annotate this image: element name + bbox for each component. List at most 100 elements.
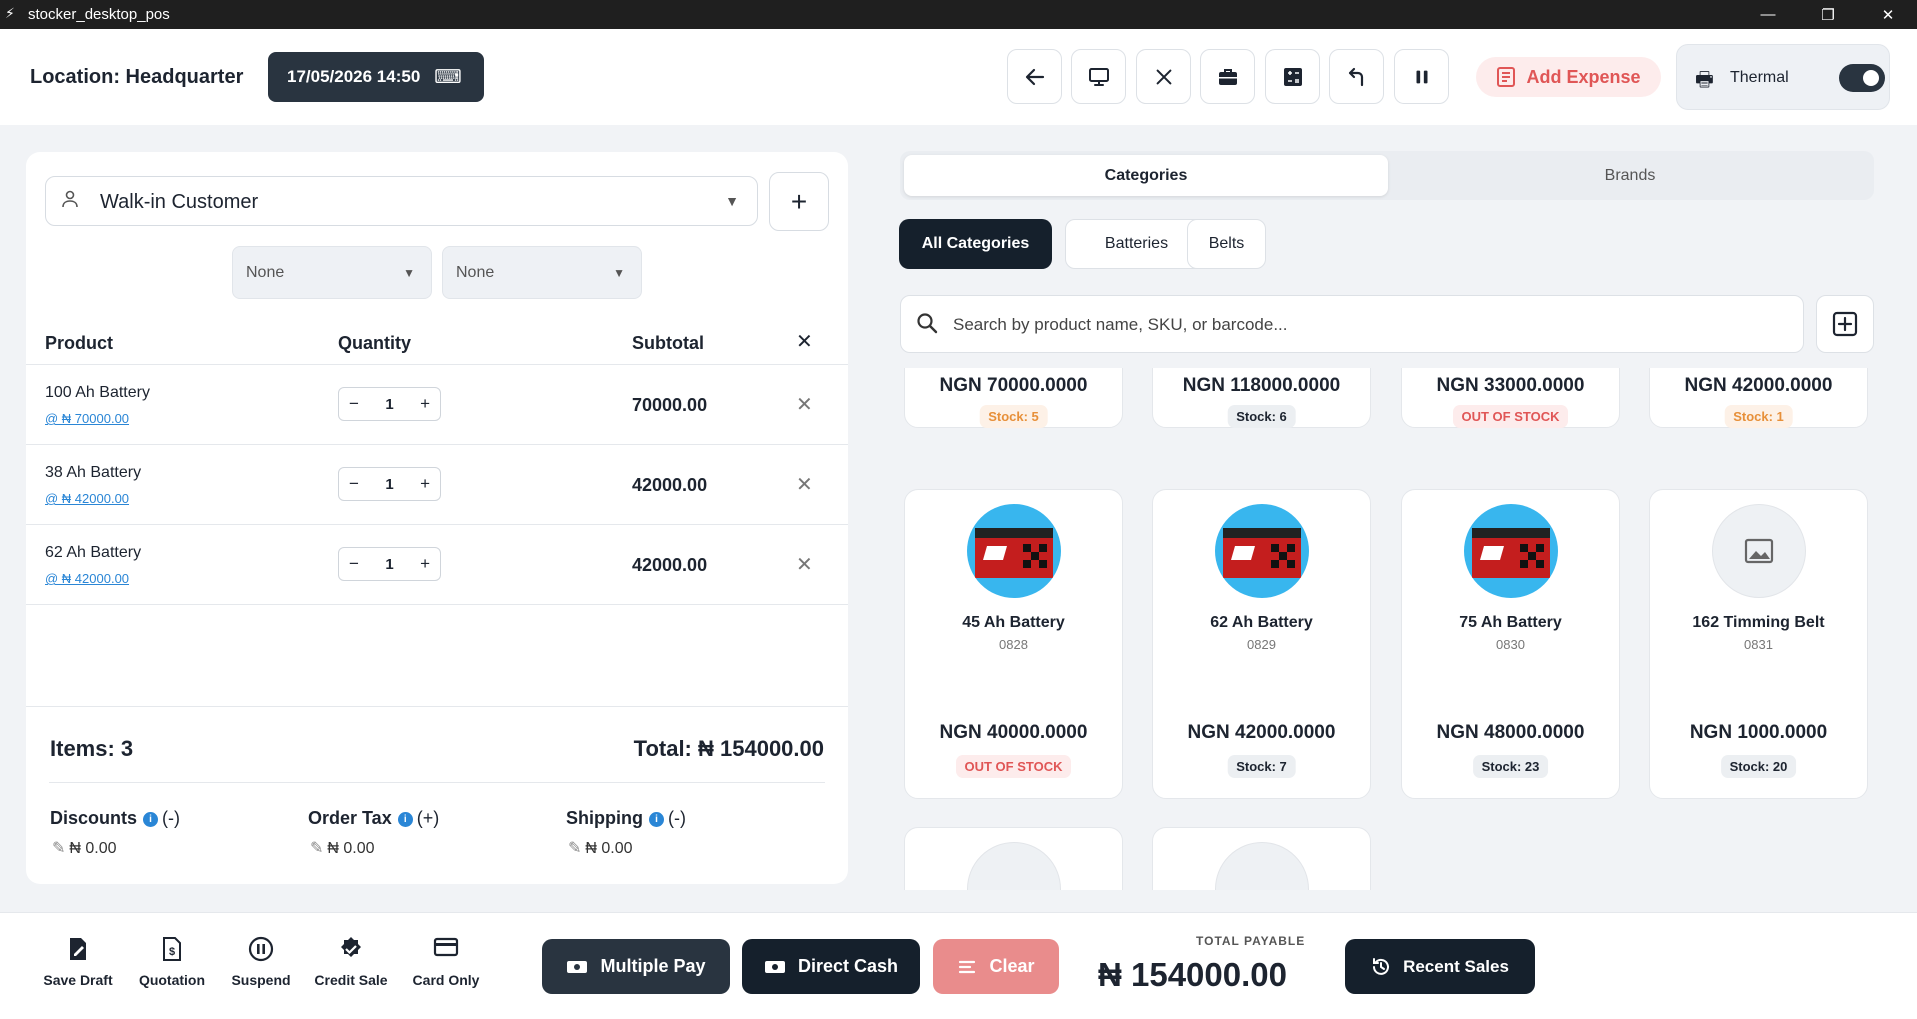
quantity-value[interactable]: 1 [385,476,393,493]
maximize-button[interactable]: ❐ [1798,0,1858,29]
cart-item-name: 100 Ah Battery [45,384,150,401]
shipping-value[interactable]: ✎ ₦ 0.00 [568,838,633,858]
image-placeholder-icon [1712,504,1806,598]
window-close-button[interactable]: ✕ [1858,0,1917,29]
product-name: 45 Ah Battery [962,614,1065,631]
save-draft-button[interactable]: Save Draft [33,936,123,988]
quantity-value[interactable]: 1 [385,396,393,413]
plus-icon[interactable]: + [420,554,430,574]
quotation-button[interactable]: $ Quotation [127,936,217,988]
stock-badge: Stock: 23 [1472,755,1549,778]
discounts-sign: (-) [162,808,180,828]
product-card[interactable]: 75 Ah Battery 0830 NGN 48000.0000 Stock:… [1401,489,1620,799]
product-card[interactable]: 45 Ah Battery 0828 NGN 40000.0000 OUT OF… [904,489,1123,799]
remove-item-icon[interactable]: ✕ [796,392,813,417]
cart-item-unit-price[interactable]: @ ₦ 42000.00 [45,571,129,586]
add-expense-button[interactable]: Add Expense [1476,57,1661,97]
cart-item-unit-price[interactable]: @ ₦ 70000.00 [45,411,129,426]
tab-categories[interactable]: Categories [904,155,1388,196]
product-card[interactable] [1152,827,1371,890]
suspend-button[interactable]: Suspend [216,936,306,988]
plus-square-icon [1832,311,1858,337]
product-card[interactable]: NGN 33000.0000 OUT OF STOCK [1401,368,1620,428]
product-price: NGN 118000.0000 [1182,375,1341,396]
catalog-tabs: Categories Brands [900,151,1874,200]
product-card[interactable]: NGN 118000.0000 Stock: 6 [1152,368,1371,428]
monitor-icon [1088,67,1109,86]
price-group-select[interactable]: None ▼ [442,246,642,299]
price-group-select-value: None [456,264,495,281]
cash-icon [764,960,785,973]
plus-icon[interactable]: + [420,474,430,494]
minus-icon[interactable]: − [349,554,359,574]
product-card[interactable] [904,827,1123,890]
product-card[interactable]: NGN 42000.0000 Stock: 1 [1649,368,1868,428]
stock-badge: Stock: 20 [1720,755,1797,778]
plus-icon[interactable]: + [420,394,430,414]
search-input[interactable] [953,308,1773,342]
hold-button[interactable] [1394,49,1449,104]
card-only-button[interactable]: Card Only [401,936,491,988]
minus-icon[interactable]: − [349,474,359,494]
info-icon[interactable]: i [397,811,413,827]
sale-return-button[interactable] [1329,49,1384,104]
customer-select[interactable]: Walk-in Customer ▼ [45,176,758,226]
calculator-button[interactable] [1265,49,1320,104]
cart-item-unit-price[interactable]: @ ₦ 42000.00 [45,491,129,506]
clear-cart-icon[interactable]: ✕ [796,329,813,354]
discounts-title: Discounts [50,808,138,828]
discounts-label: Discounts i (-) [50,808,180,829]
add-customer-button[interactable]: + [769,172,829,231]
order-tax-value[interactable]: ✎ ₦ 0.00 [310,838,375,858]
shipping-label: Shipping i (-) [566,808,686,829]
clear-button[interactable]: Clear [933,939,1059,994]
cart-panel [26,152,848,884]
minimize-button[interactable]: — [1738,0,1798,29]
app-logo-icon: ⚡ [5,5,15,21]
minus-icon[interactable]: − [349,394,359,414]
product-name: 162 Timming Belt [1692,614,1825,631]
multiple-pay-button[interactable]: Multiple Pay [542,939,730,994]
product-name: 62 Ah Battery [1210,614,1313,631]
credit-sale-button[interactable]: Credit Sale [306,936,396,988]
quantity-value[interactable]: 1 [385,556,393,573]
shipping-amount: ₦ 0.00 [585,840,633,857]
window-titlebar: ⚡ stocker_desktop_pos — ❐ ✕ [0,0,1917,29]
product-card[interactable]: 62 Ah Battery 0829 NGN 42000.0000 Stock:… [1152,489,1371,799]
order-tax-title: Order Tax [308,808,392,828]
register-details-button[interactable] [1200,49,1255,104]
product-card[interactable]: NGN 70000.0000 Stock: 5 [904,368,1123,428]
remove-item-icon[interactable]: ✕ [796,552,813,577]
stock-badge: Stock: 6 [1227,405,1296,428]
stock-badge: Stock: 1 [1724,405,1793,428]
add-expense-label: Add Expense [1526,66,1641,87]
divider [26,706,848,707]
datetime-button[interactable]: 17/05/2026 14:50 ⌨ [268,52,484,102]
tab-brands[interactable]: Brands [1388,155,1872,196]
chip-belts[interactable]: Belts [1187,219,1266,269]
product-card[interactable]: 162 Timming Belt 0831 NGN 1000.0000 Stoc… [1649,489,1868,799]
direct-cash-button[interactable]: Direct Cash [742,939,920,994]
cart-item-name: 62 Ah Battery [45,544,142,561]
quantity-stepper: − 1 + [338,547,441,581]
stock-badge: OUT OF STOCK [1452,405,1569,428]
info-icon[interactable]: i [143,811,159,827]
thermal-toggle[interactable] [1839,64,1885,92]
multiple-pay-label: Multiple Pay [600,956,706,976]
items-count: Items: 3 [50,736,134,761]
warehouse-select-value: None [246,264,285,281]
product-search [900,295,1804,353]
chip-all-categories[interactable]: All Categories [899,219,1052,269]
remove-item-icon[interactable]: ✕ [796,472,813,497]
info-icon[interactable]: i [648,811,664,827]
divider [26,444,848,445]
recent-sales-button[interactable]: Recent Sales [1345,939,1535,994]
add-product-button[interactable] [1816,295,1874,353]
back-button[interactable] [1007,49,1062,104]
customer-display-button[interactable] [1071,49,1126,104]
close-register-button[interactable] [1136,49,1191,104]
discounts-value[interactable]: ✎ ₦ 0.00 [52,838,117,858]
printer-icon: 🖶 [1695,69,1714,91]
warehouse-select[interactable]: None ▼ [232,246,432,299]
window-title: stocker_desktop_pos [28,6,170,23]
